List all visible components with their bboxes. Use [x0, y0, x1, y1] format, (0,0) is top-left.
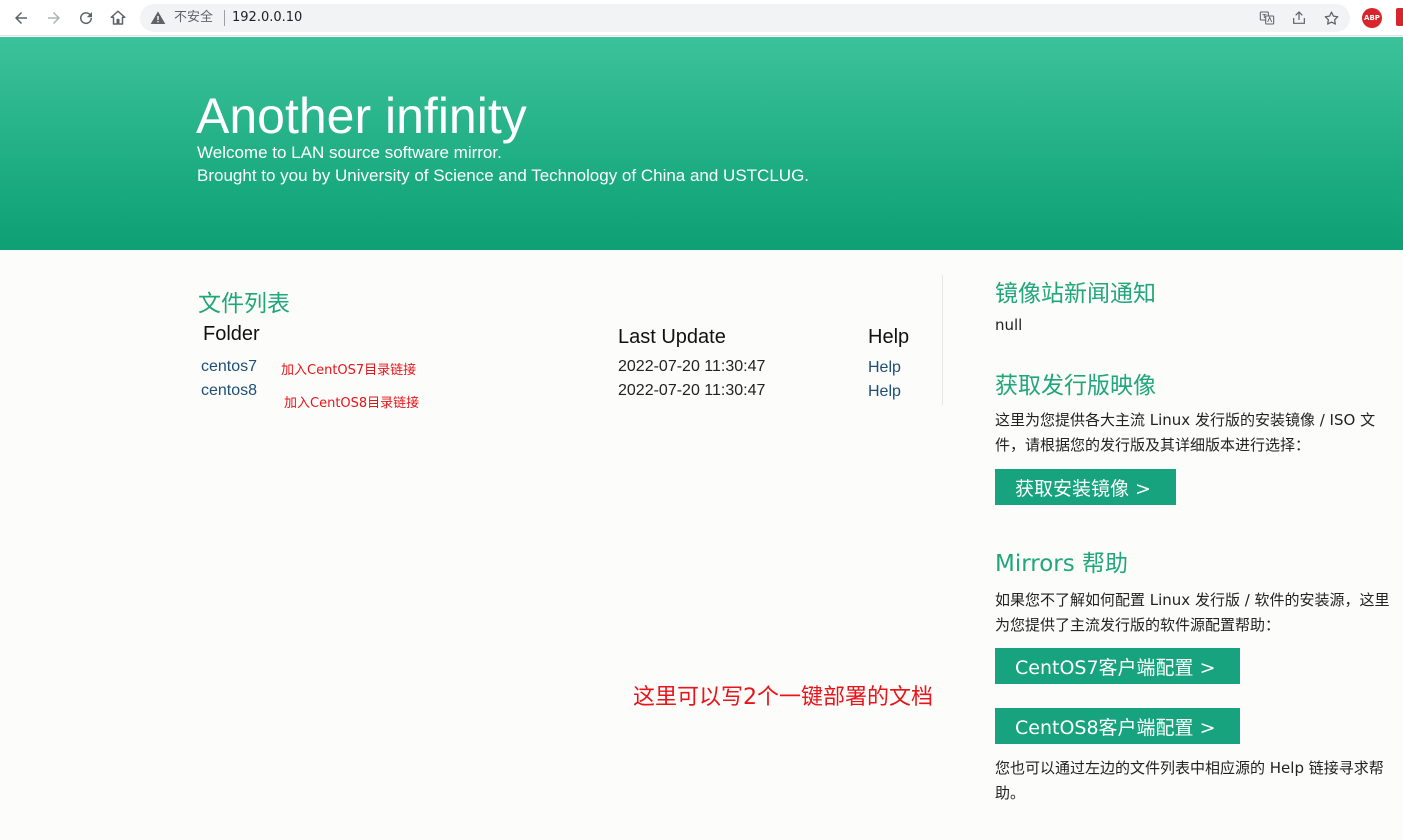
- translate-icon: [1259, 11, 1275, 25]
- help-link-centos7[interactable]: Help: [868, 359, 901, 377]
- file-list-title: 文件列表: [198, 291, 290, 317]
- annotation-centos8: 加入CentOS8目录链接: [284, 396, 420, 411]
- news-title: 镜像站新闻通知: [995, 281, 1156, 307]
- folder-column-header: Folder: [203, 323, 260, 345]
- annotation-centos7: 加入CentOS7目录链接: [281, 363, 417, 378]
- help-link-centos8[interactable]: Help: [868, 383, 901, 401]
- share-button[interactable]: [1290, 9, 1308, 27]
- share-icon: [1293, 11, 1305, 24]
- column-divider: [942, 275, 943, 405]
- last-update-column-header: Last Update: [618, 326, 726, 348]
- last-update-centos7: 2022-07-20 11:30:47: [618, 358, 766, 375]
- back-button[interactable]: [9, 6, 33, 30]
- url-text[interactable]: 192.0.0.10: [232, 10, 302, 26]
- warning-icon[interactable]: [150, 10, 166, 26]
- extension-icon[interactable]: [1396, 8, 1403, 26]
- welcome-text: Welcome to LAN source software mirror.: [197, 143, 502, 162]
- folder-link-centos8[interactable]: centos8: [201, 382, 257, 400]
- last-update-centos8: 2022-07-20 11:30:47: [618, 382, 766, 399]
- news-content: null: [995, 316, 1023, 334]
- arrow-left-icon: [15, 12, 27, 24]
- deploy-doc-annotation: 这里可以写2个一键部署的文档: [633, 685, 933, 710]
- help-column-header: Help: [868, 326, 910, 348]
- browser-toolbar: 不安全 192.0.0.10 ABP: [0, 0, 1403, 36]
- address-bar[interactable]: 不安全 192.0.0.10: [140, 4, 1350, 32]
- mirrors-help-description: 如果您不了解如何配置 Linux 发行版 / 软件的安装源，这里为您提供了主流发…: [995, 591, 1390, 634]
- distro-title: 获取发行版映像: [995, 373, 1156, 399]
- home-button[interactable]: [106, 6, 130, 30]
- reload-button[interactable]: [74, 6, 98, 30]
- site-title: Another infinity: [196, 88, 527, 144]
- forward-button[interactable]: [42, 6, 66, 30]
- site-header: Another infinity Welcome to LAN source s…: [0, 37, 1403, 250]
- get-iso-button[interactable]: 获取安装镜像 >: [995, 469, 1176, 505]
- distro-description: 这里为您提供各大主流 Linux 发行版的安装镜像 / ISO 文件，请根据您的…: [995, 411, 1376, 454]
- folder-link-centos7[interactable]: centos7: [201, 358, 257, 376]
- centos8-config-button[interactable]: CentOS8客户端配置 >: [995, 708, 1240, 744]
- address-separator: [224, 10, 225, 26]
- star-icon: [1324, 10, 1338, 25]
- reload-icon: [80, 12, 93, 25]
- credit-text: Brought to you by University of Science …: [197, 166, 810, 185]
- security-label[interactable]: 不安全: [174, 10, 213, 26]
- arrow-right-icon: [48, 12, 60, 24]
- centos7-config-button[interactable]: CentOS7客户端配置 >: [995, 648, 1240, 684]
- mirrors-help-title: Mirrors 帮助: [995, 551, 1129, 577]
- adblock-extension-icon[interactable]: ABP: [1362, 8, 1382, 28]
- home-icon: [110, 10, 126, 25]
- translate-button[interactable]: [1258, 9, 1276, 27]
- mirrors-help-footer: 您也可以通过左边的文件列表中相应源的 Help 链接寻求帮助。: [995, 759, 1384, 802]
- bookmark-button[interactable]: [1322, 9, 1340, 27]
